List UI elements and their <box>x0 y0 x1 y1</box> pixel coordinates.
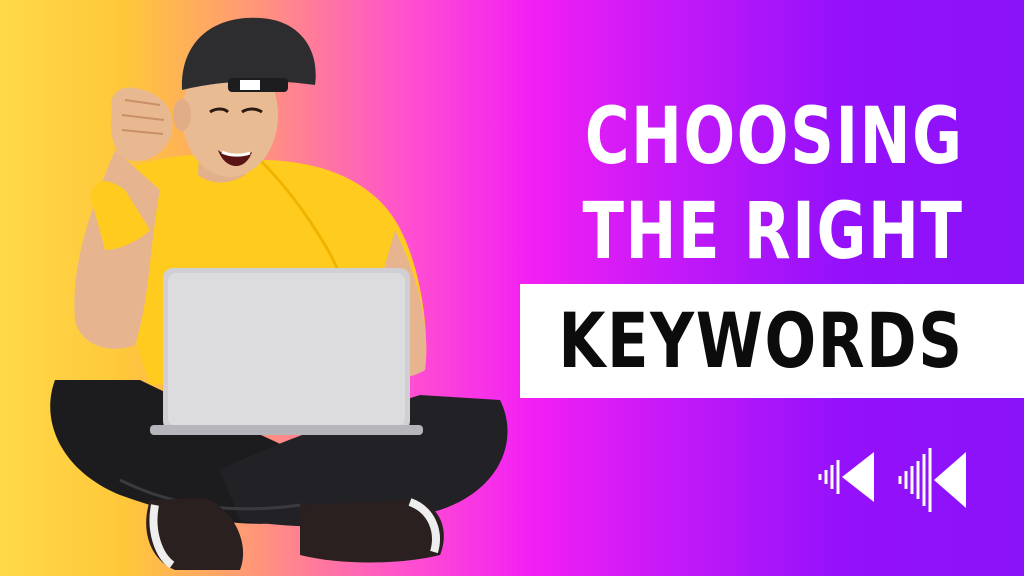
person-with-laptop-illustration <box>50 17 508 570</box>
highlight-text: KEYWORDS <box>558 296 964 385</box>
highlight-band: KEYWORDS <box>520 284 1024 398</box>
thumbnail-canvas: CHOOSING THE RIGHT KEYWORDS <box>0 0 1024 576</box>
rewind-icon <box>818 452 874 502</box>
headline-line-1: CHOOSING <box>585 92 964 182</box>
headline-line-2: THE RIGHT <box>582 187 964 277</box>
rewind-icon <box>898 448 966 512</box>
